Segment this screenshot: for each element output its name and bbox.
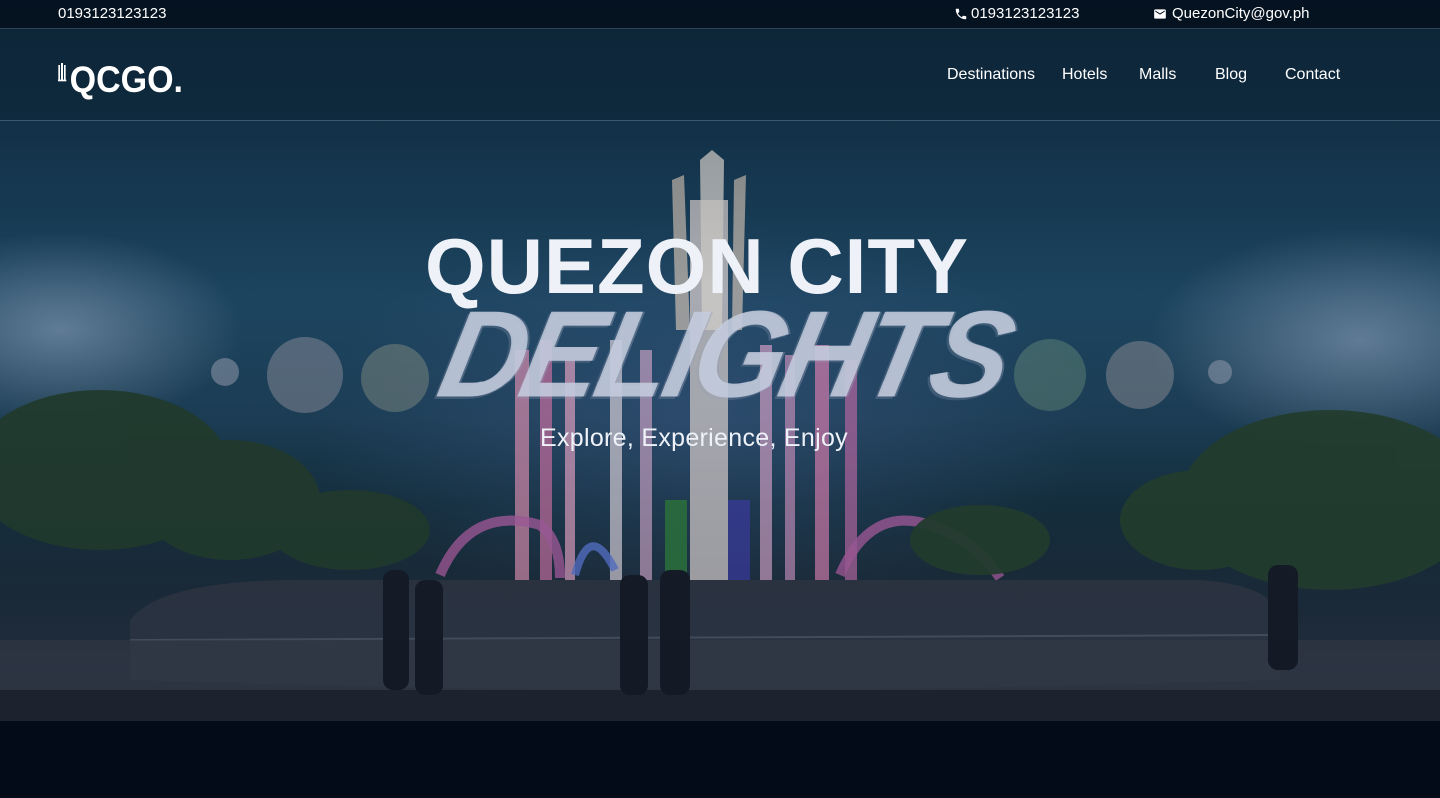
nav-destinations[interactable]: Destinations bbox=[947, 66, 1035, 84]
contact-phone[interactable]: 0193123123123 bbox=[954, 5, 1079, 22]
nav-hotels[interactable]: Hotels bbox=[1062, 66, 1107, 84]
nav-blog[interactable]: Blog bbox=[1215, 66, 1247, 84]
mail-icon bbox=[1154, 8, 1166, 19]
hero-title-line2: DELIGHTS bbox=[428, 285, 1023, 425]
contact-email[interactable]: QuezonCity@gov.ph bbox=[1153, 5, 1310, 22]
contact-email-text: QuezonCity@gov.ph bbox=[1172, 5, 1310, 22]
nav-contact[interactable]: Contact bbox=[1285, 66, 1340, 84]
top-contact-bar: 0193123123123 0193123123123 QuezonCity@g… bbox=[0, 0, 1440, 29]
main-navbar: QCGO. Destinations Hotels Malls Blog Con… bbox=[0, 29, 1440, 121]
contact-phone-text: 0193123123123 bbox=[971, 5, 1080, 22]
monument-icon bbox=[58, 63, 67, 82]
nav-malls[interactable]: Malls bbox=[1139, 66, 1176, 84]
phone-icon bbox=[955, 8, 967, 19]
brand-name: QCGO. bbox=[69, 59, 183, 101]
page-bottom-band bbox=[0, 721, 1440, 798]
hero-subtitle: Explore, Experience, Enjoy bbox=[540, 424, 848, 452]
brand-logo[interactable]: QCGO. bbox=[58, 41, 183, 101]
top-phone-text: 0193123123123 bbox=[58, 5, 167, 22]
